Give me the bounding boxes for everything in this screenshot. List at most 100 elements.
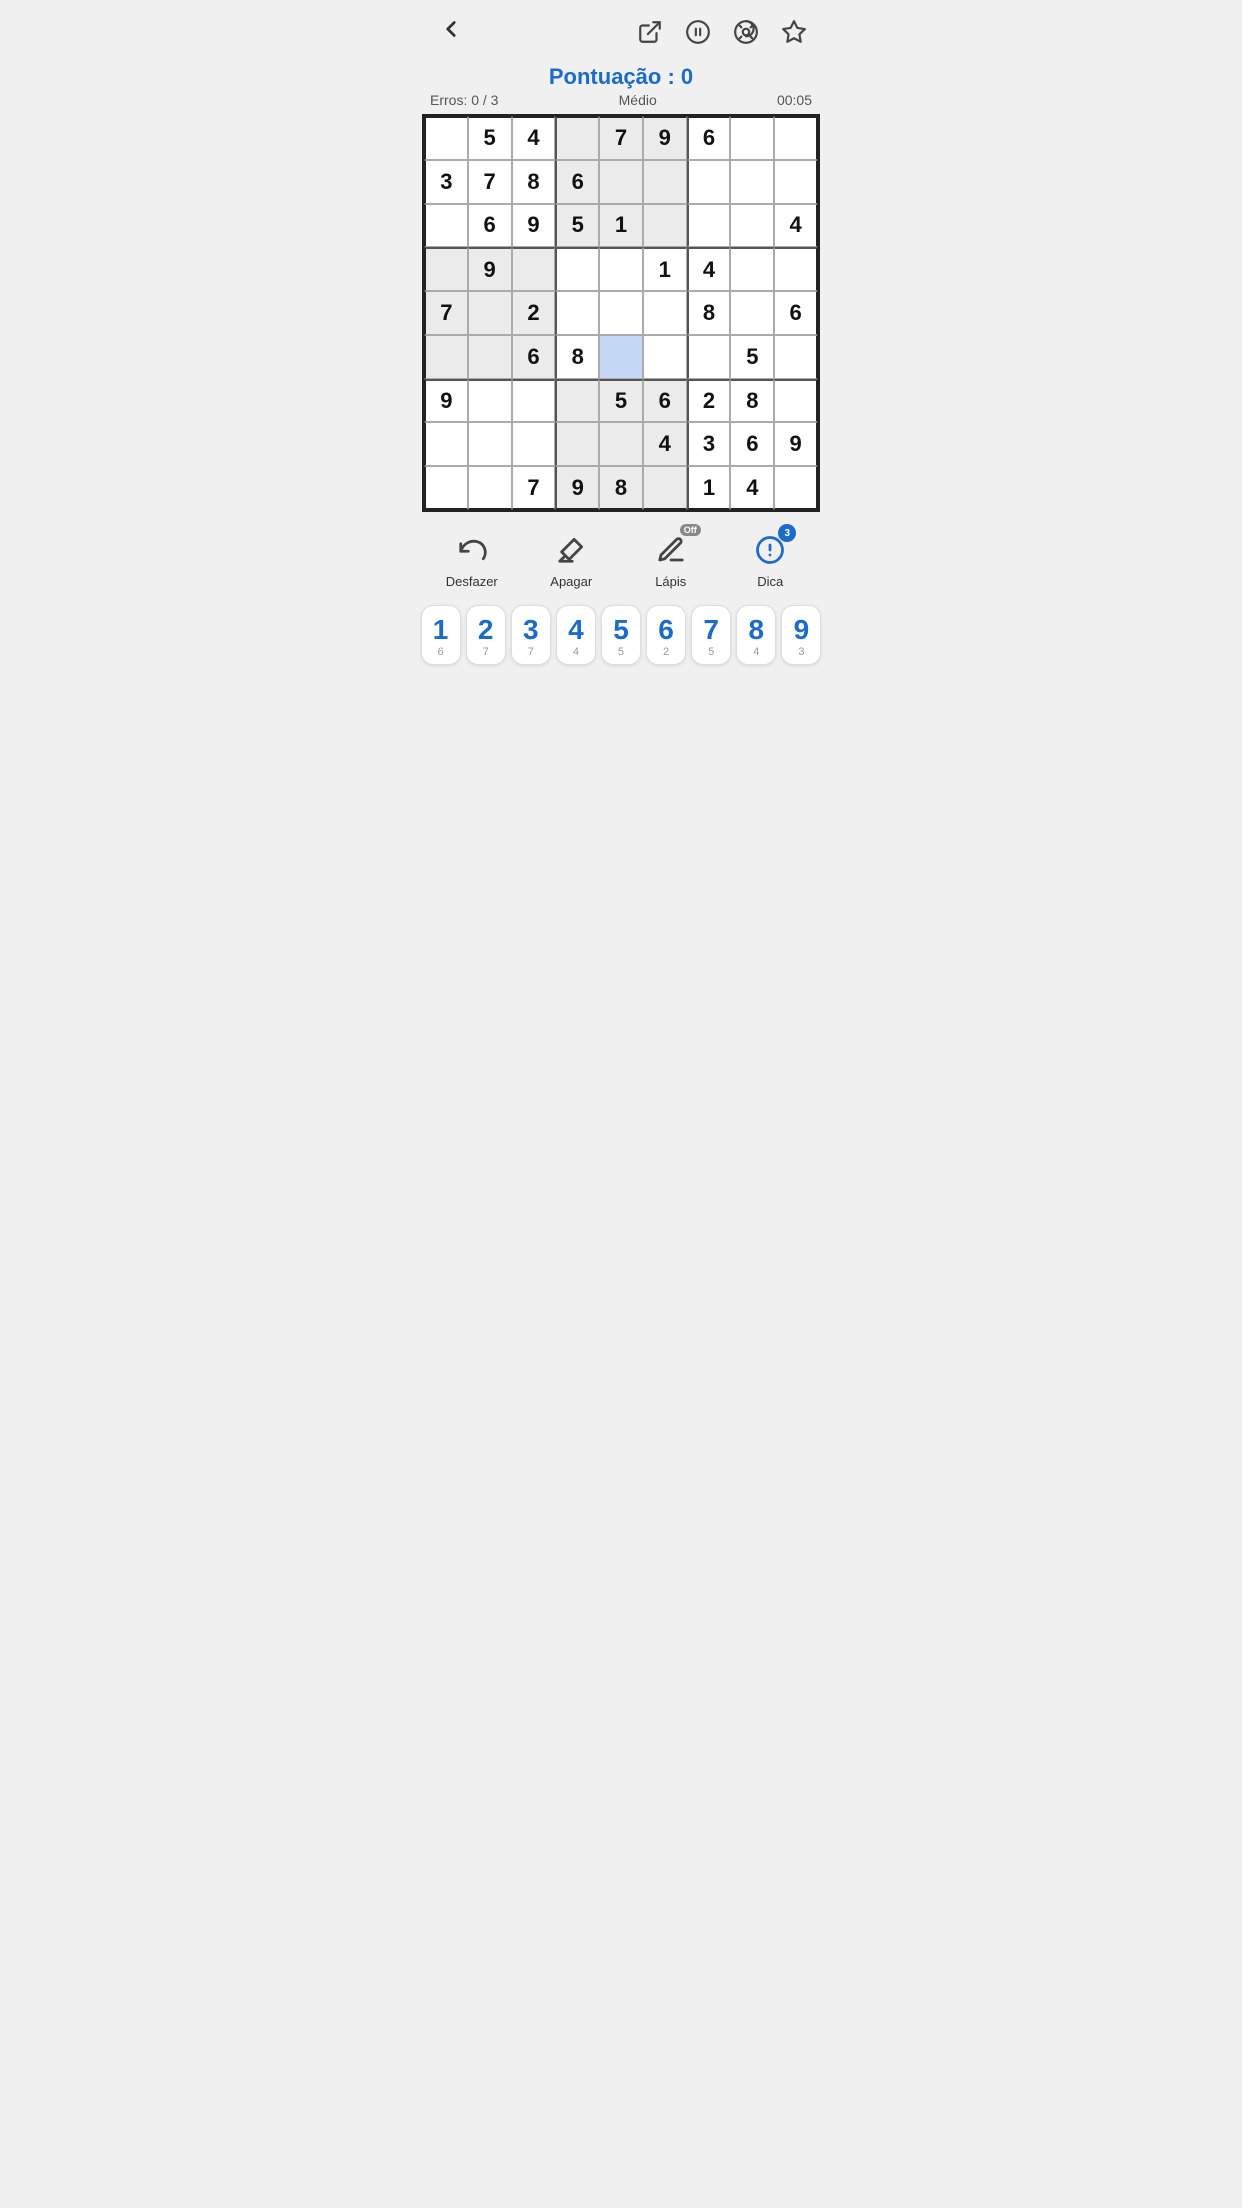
cell[interactable]: 6	[774, 291, 818, 335]
cell[interactable]	[512, 422, 556, 466]
numpad-1-button[interactable]: 16	[421, 605, 461, 665]
numpad-9-button[interactable]: 93	[781, 605, 821, 665]
cell[interactable]: 6	[555, 160, 599, 204]
cell[interactable]	[643, 291, 687, 335]
cell[interactable]	[424, 116, 468, 160]
cell[interactable]	[599, 247, 643, 291]
cell[interactable]	[687, 335, 731, 379]
cell[interactable]	[424, 204, 468, 248]
cell[interactable]: 4	[687, 247, 731, 291]
cell[interactable]	[687, 160, 731, 204]
cell[interactable]: 7	[468, 160, 512, 204]
cell[interactable]: 5	[555, 204, 599, 248]
undo-button[interactable]: Desfazer	[437, 530, 507, 589]
cell[interactable]: 8	[512, 160, 556, 204]
cell[interactable]: 5	[599, 379, 643, 423]
cell[interactable]	[774, 466, 818, 510]
cell[interactable]	[599, 291, 643, 335]
cell[interactable]: 6	[730, 422, 774, 466]
cell[interactable]	[774, 160, 818, 204]
cell[interactable]: 9	[512, 204, 556, 248]
cell[interactable]	[512, 247, 556, 291]
cell[interactable]: 6	[687, 116, 731, 160]
cell[interactable]: 7	[512, 466, 556, 510]
cell[interactable]: 1	[643, 247, 687, 291]
cell[interactable]	[643, 204, 687, 248]
cell[interactable]	[774, 335, 818, 379]
cell[interactable]: 1	[599, 204, 643, 248]
cell[interactable]	[555, 379, 599, 423]
cell[interactable]: 5	[468, 116, 512, 160]
cell[interactable]: 6	[643, 379, 687, 423]
cell[interactable]: 6	[468, 204, 512, 248]
numpad-4-button[interactable]: 44	[556, 605, 596, 665]
cell[interactable]: 3	[687, 422, 731, 466]
cell[interactable]	[424, 466, 468, 510]
cell[interactable]: 9	[468, 247, 512, 291]
cell[interactable]: 9	[774, 422, 818, 466]
cell[interactable]	[774, 247, 818, 291]
cell[interactable]: 8	[555, 335, 599, 379]
cell[interactable]	[643, 335, 687, 379]
cell[interactable]	[468, 379, 512, 423]
cell[interactable]	[468, 335, 512, 379]
cell[interactable]: 4	[730, 466, 774, 510]
cell[interactable]: 8	[687, 291, 731, 335]
cell[interactable]: 2	[687, 379, 731, 423]
cell[interactable]	[730, 116, 774, 160]
cell[interactable]	[774, 379, 818, 423]
cell[interactable]: 4	[643, 422, 687, 466]
cell[interactable]	[468, 422, 512, 466]
cell[interactable]	[730, 160, 774, 204]
cell[interactable]: 7	[424, 291, 468, 335]
hint-button[interactable]: 3 Dica	[735, 530, 805, 589]
cell[interactable]: 7	[599, 116, 643, 160]
cell[interactable]	[643, 466, 687, 510]
numpad-7-button[interactable]: 75	[691, 605, 731, 665]
cell[interactable]: 4	[512, 116, 556, 160]
cell[interactable]	[424, 335, 468, 379]
cell[interactable]: 9	[424, 379, 468, 423]
cell[interactable]	[599, 335, 643, 379]
back-button[interactable]	[430, 12, 472, 52]
cell[interactable]	[424, 422, 468, 466]
cell[interactable]	[424, 247, 468, 291]
cell[interactable]: 8	[599, 466, 643, 510]
settings-icon[interactable]	[776, 14, 812, 50]
cell[interactable]: 5	[730, 335, 774, 379]
cell[interactable]	[643, 160, 687, 204]
cell[interactable]: 9	[643, 116, 687, 160]
cell[interactable]: 6	[512, 335, 556, 379]
numpad-8-button[interactable]: 84	[736, 605, 776, 665]
cell[interactable]	[468, 466, 512, 510]
cell[interactable]: 3	[424, 160, 468, 204]
cell[interactable]	[730, 247, 774, 291]
numpad-3-button[interactable]: 37	[511, 605, 551, 665]
theme-icon[interactable]	[728, 14, 764, 50]
erase-button[interactable]: Apagar	[536, 530, 606, 589]
cell[interactable]	[599, 422, 643, 466]
cell[interactable]	[468, 291, 512, 335]
cell[interactable]: 8	[730, 379, 774, 423]
pencil-button[interactable]: Off Lápis	[636, 530, 706, 589]
cell[interactable]	[599, 160, 643, 204]
numpad-2-button[interactable]: 27	[466, 605, 506, 665]
cell[interactable]	[687, 204, 731, 248]
cell[interactable]: 4	[774, 204, 818, 248]
cell[interactable]	[555, 247, 599, 291]
numpad-5-button[interactable]: 55	[601, 605, 641, 665]
cell[interactable]	[730, 204, 774, 248]
pause-icon[interactable]	[680, 14, 716, 50]
cell[interactable]: 1	[687, 466, 731, 510]
cell[interactable]	[730, 291, 774, 335]
cell[interactable]	[555, 422, 599, 466]
cell[interactable]	[512, 379, 556, 423]
numpad-6-button[interactable]: 62	[646, 605, 686, 665]
cell[interactable]	[555, 116, 599, 160]
cell[interactable]: 9	[555, 466, 599, 510]
sudoku-grid[interactable]: 54796378669514914728668595628436979814	[422, 114, 820, 512]
cell[interactable]: 2	[512, 291, 556, 335]
cell[interactable]	[774, 116, 818, 160]
cell[interactable]	[555, 291, 599, 335]
share-icon[interactable]	[632, 14, 668, 50]
